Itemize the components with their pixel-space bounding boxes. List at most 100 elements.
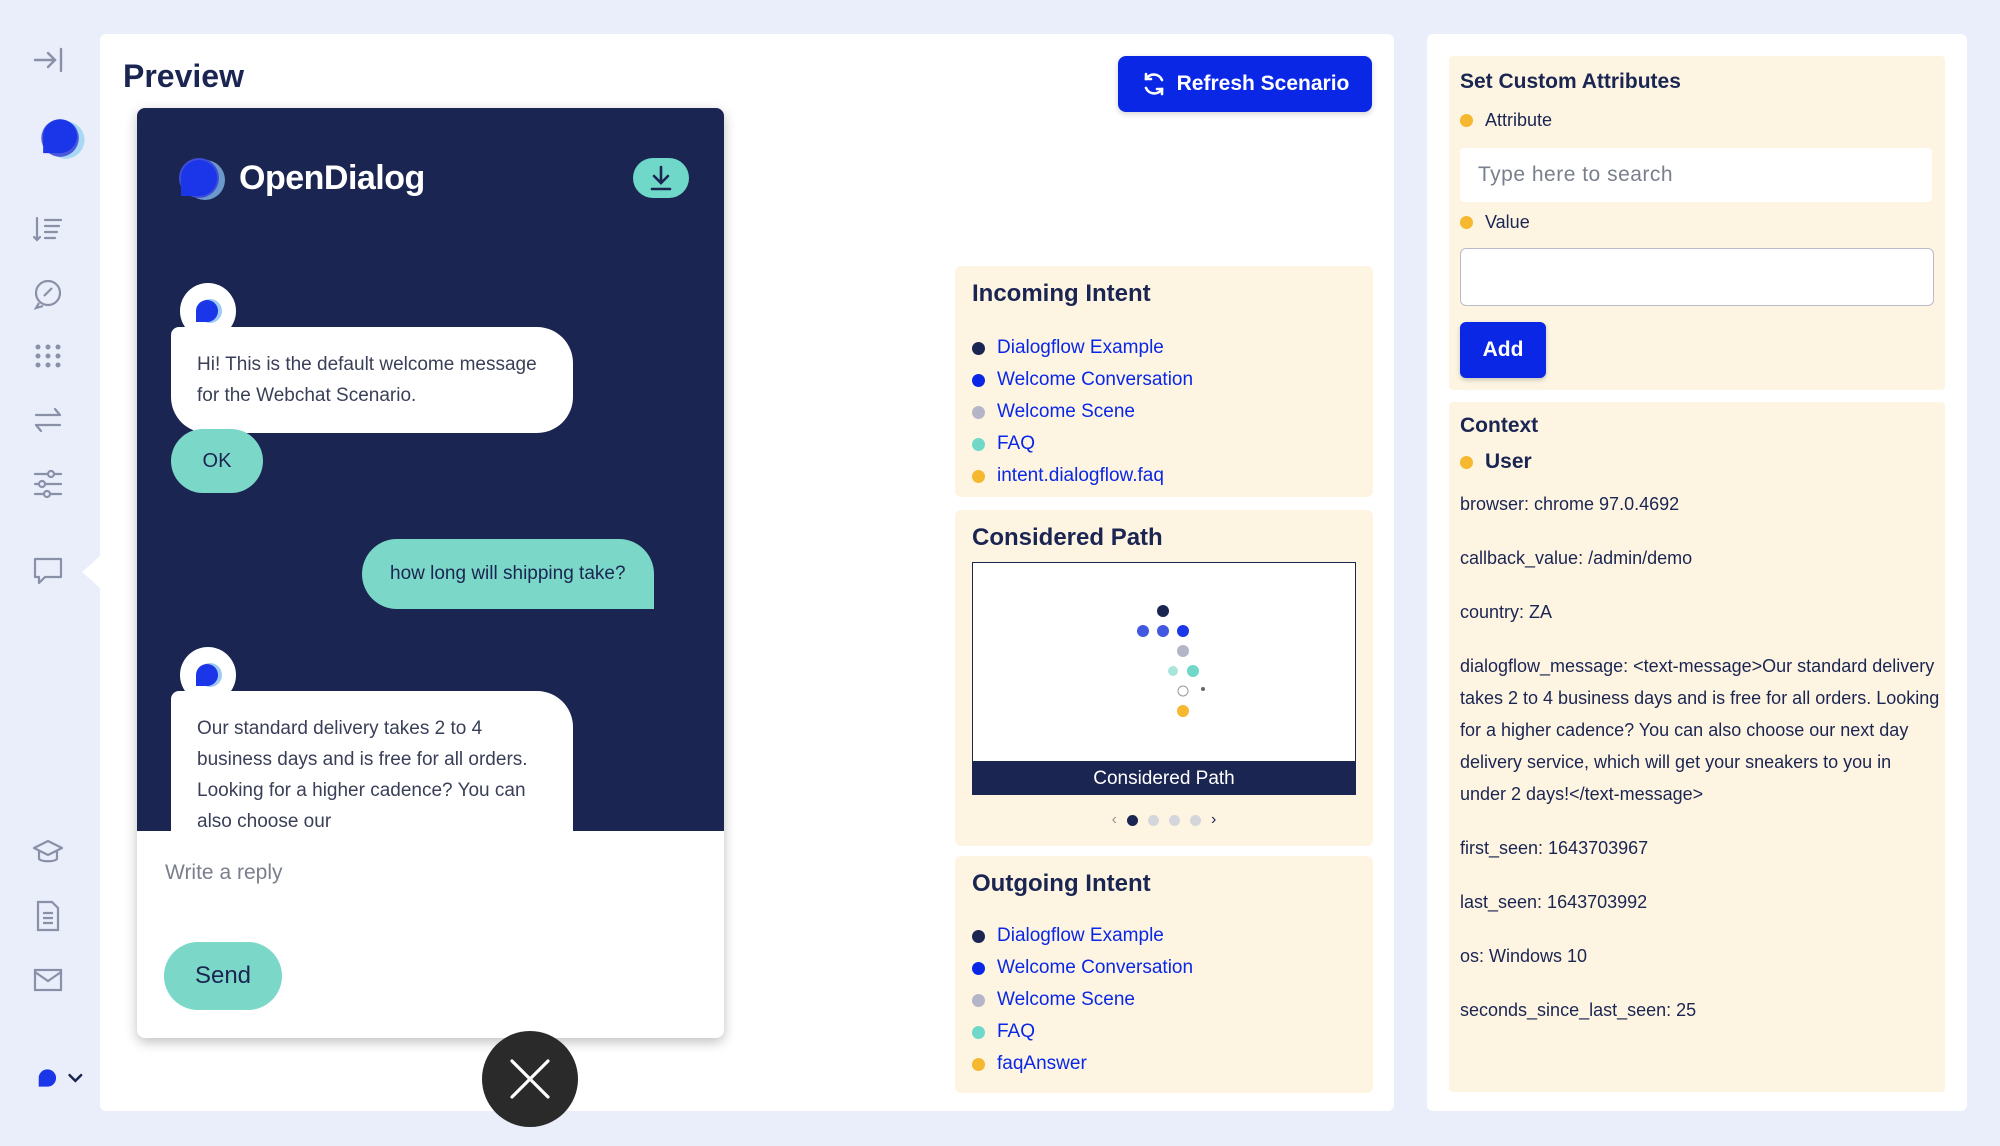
reply-input[interactable] (165, 848, 695, 898)
path-pager: ‹ › (955, 811, 1373, 829)
required-dot-icon (1460, 216, 1473, 229)
intent-dot-icon (972, 1025, 985, 1039)
intent-item[interactable]: Dialogflow Example (972, 920, 1193, 952)
add-attribute-button[interactable]: Add (1460, 322, 1546, 378)
context-user-label: User (1460, 450, 1532, 474)
value-label: Value (1460, 212, 1530, 233)
intent-dot-icon (972, 961, 985, 975)
graduation-cap-icon[interactable] (30, 834, 66, 870)
pager-dot[interactable] (1127, 814, 1138, 826)
path-node (1177, 625, 1189, 637)
brand-name: OpenDialog (239, 158, 425, 197)
intent-dot-icon (972, 373, 985, 387)
context-card: Context User browser: chrome 97.0.4692 ca… (1449, 402, 1945, 1092)
collapse-sidebar-icon[interactable] (30, 42, 66, 78)
attribute-label: Attribute (1460, 110, 1552, 131)
intent-dot-icon (972, 437, 985, 451)
considered-path-card: Considered Path Considered Path ‹ › (955, 510, 1373, 846)
swap-arrows-icon[interactable] (30, 402, 66, 438)
considered-path-graph[interactable] (972, 562, 1356, 762)
outgoing-intent-title: Outgoing Intent (972, 870, 1151, 897)
send-button[interactable]: Send (164, 942, 282, 1010)
path-node (1157, 625, 1169, 637)
pager-dot[interactable] (1190, 814, 1201, 826)
download-transcript-button[interactable] (633, 158, 689, 198)
path-graph-svg (1137, 605, 1205, 717)
incoming-intent-card: Incoming Intent Dialogflow Example Welcom… (955, 266, 1373, 497)
mail-icon[interactable] (30, 962, 66, 998)
workspace-switcher-icon[interactable] (30, 1060, 86, 1096)
document-icon[interactable] (30, 898, 66, 934)
path-node (1157, 605, 1169, 617)
intent-item-label: FAQ (997, 433, 1036, 454)
intent-item[interactable]: Dialogflow Example (972, 332, 1193, 364)
path-node (1137, 625, 1149, 637)
intent-dot-icon (972, 1057, 985, 1071)
attributes-panel: Set Custom Attributes Attribute Value Ad… (1427, 34, 1967, 1111)
considered-path-title: Considered Path (972, 524, 1163, 551)
path-node (1177, 685, 1189, 697)
intent-item[interactable]: Welcome Conversation (972, 952, 1193, 984)
context-entry: seconds_since_last_seen: 25 (1460, 1000, 1697, 1020)
intent-dot-icon (972, 469, 985, 483)
context-entry: last_seen: 1643703992 (1460, 892, 1648, 912)
chat-search-icon[interactable] (30, 276, 66, 312)
path-node (1187, 665, 1199, 677)
intent-item[interactable]: Welcome Scene (972, 984, 1193, 1016)
path-node (1177, 705, 1189, 717)
sliders-icon[interactable] (30, 466, 66, 502)
refresh-scenario-button[interactable]: Refresh Scenario (1118, 56, 1372, 112)
attribute-label-text: Attribute (1485, 110, 1553, 130)
intent-item[interactable]: Welcome Conversation (972, 364, 1193, 396)
attribute-search-input[interactable] (1460, 148, 1932, 202)
custom-attributes-card: Set Custom Attributes Attribute Value Ad… (1449, 56, 1945, 390)
intent-item[interactable]: FAQ (972, 428, 1193, 460)
list-icon[interactable] (30, 212, 66, 248)
download-icon (650, 165, 672, 191)
outgoing-intent-card: Outgoing Intent Dialogflow Example Welcom… (955, 856, 1373, 1093)
intent-item[interactable]: faqAnswer (972, 1048, 1193, 1080)
pager-prev-icon[interactable]: ‹ (1112, 811, 1117, 829)
intent-item-label: Welcome Scene (997, 989, 1135, 1010)
chat-messages-area[interactable]: OpenDialog Hi! This is the default welco… (137, 108, 724, 831)
considered-path-caption: Considered Path (972, 762, 1356, 795)
incoming-intent-title: Incoming Intent (972, 280, 1151, 307)
bot-avatar-icon (196, 663, 222, 687)
outgoing-intent-list: Dialogflow Example Welcome Conversation We… (972, 920, 1193, 1080)
context-entry: first_seen: 1643703967 (1460, 838, 1649, 858)
refresh-icon (1144, 72, 1163, 96)
intent-item-label: Welcome Scene (997, 401, 1135, 422)
context-entry: country: ZA (1460, 602, 1553, 622)
context-entry: browser: chrome 97.0.4692 (1460, 494, 1680, 514)
incoming-intent-list: Dialogflow Example Welcome Conversation We… (972, 332, 1193, 492)
custom-attributes-title: Set Custom Attributes (1460, 70, 1681, 93)
opendialog-logo-icon[interactable] (28, 106, 94, 172)
preview-chat-icon[interactable] (30, 552, 66, 588)
ok-quick-reply-button[interactable]: OK (171, 429, 263, 493)
intent-item-label: Welcome Conversation (997, 369, 1194, 390)
path-node (1177, 645, 1189, 657)
context-entry: dialogflow_message: <text-message>Our st… (1460, 656, 1940, 804)
pager-dot[interactable] (1169, 814, 1180, 826)
context-user-text: User (1485, 450, 1532, 473)
intent-item[interactable]: FAQ (972, 1016, 1193, 1048)
user-dot-icon (1460, 455, 1473, 469)
close-chat-button[interactable] (482, 1031, 578, 1127)
intent-dot-icon (972, 405, 985, 419)
attribute-value-input[interactable] (1460, 248, 1934, 306)
preview-panel: Preview Refresh Scenario OpenDialog Hi! … (100, 34, 1394, 1127)
webchat-widget: OpenDialog Hi! This is the default welco… (137, 108, 724, 1038)
chat-brand: OpenDialog (171, 148, 425, 208)
intent-item-label: Welcome Conversation (997, 957, 1194, 978)
pager-next-icon[interactable]: › (1211, 811, 1216, 829)
intent-item-label: intent.dialogflow.faq (997, 465, 1164, 486)
grid-dots-icon[interactable] (30, 338, 66, 374)
intent-item-label: faqAnswer (997, 1053, 1087, 1074)
intent-item[interactable]: intent.dialogflow.faq (972, 460, 1193, 492)
sidebar (0, 0, 100, 1146)
intent-dot-icon (972, 341, 985, 355)
intent-item[interactable]: Welcome Scene (972, 396, 1193, 428)
intent-item-label: Dialogflow Example (997, 925, 1164, 946)
pager-dot[interactable] (1148, 814, 1159, 826)
intent-dot-icon (972, 929, 985, 943)
